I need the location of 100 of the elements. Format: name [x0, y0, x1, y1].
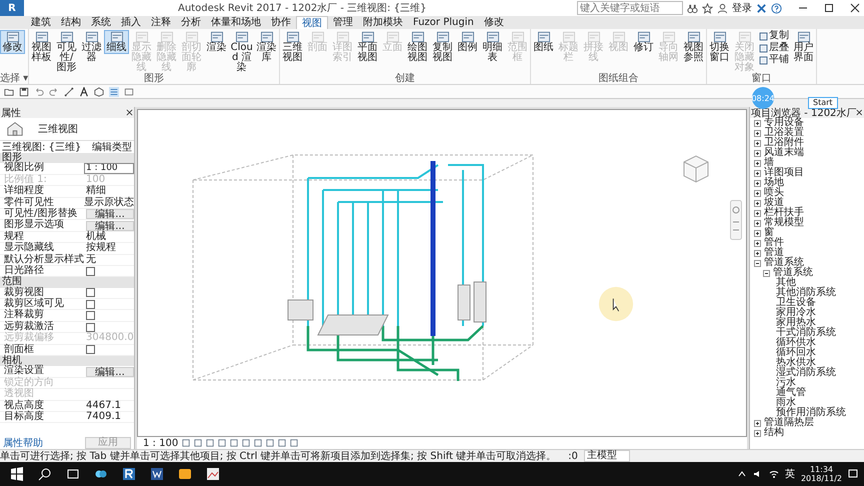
tree-item[interactable]: 其他消防系统: [776, 288, 836, 298]
edit-type-button[interactable]: 编辑类型: [92, 140, 132, 154]
ribbon-tab[interactable]: Fuzor Plugin: [408, 16, 479, 29]
ribbon-tool-button[interactable]: 切换窗口: [707, 30, 732, 64]
type-selector[interactable]: 三维视图: [0, 118, 134, 141]
checkbox[interactable]: [86, 322, 95, 332]
ribbon-tab[interactable]: 建筑: [26, 16, 56, 29]
window-icon[interactable]: [124, 86, 134, 96]
tree-item[interactable]: 结构: [764, 428, 784, 438]
folder-app-icon[interactable]: [178, 467, 192, 481]
ribbon-tool-button[interactable]: 视图样板: [29, 30, 54, 64]
tree-item[interactable]: 管件: [764, 238, 784, 248]
ribbon-tab[interactable]: 附加模块: [358, 16, 408, 29]
tree-item[interactable]: 风道末端: [764, 148, 804, 158]
image-app-icon[interactable]: [206, 467, 220, 481]
property-input[interactable]: 1 : 100: [84, 163, 134, 174]
ribbon-tab[interactable]: 注释: [146, 16, 176, 29]
tree-item[interactable]: 雨水: [776, 398, 796, 408]
close-icon[interactable]: [850, 3, 860, 13]
measure-icon[interactable]: [64, 86, 74, 96]
checkbox[interactable]: [86, 300, 95, 309]
star-icon[interactable]: [702, 2, 713, 14]
expander-icon[interactable]: [754, 430, 761, 436]
user-icon[interactable]: [717, 2, 728, 14]
ribbon-tab[interactable]: 管理: [328, 16, 358, 29]
tree-item[interactable]: 污水: [776, 378, 796, 388]
ribbon-tab[interactable]: 结构: [56, 16, 86, 29]
view-3d-icon[interactable]: [94, 86, 104, 96]
expander-icon[interactable]: [754, 220, 761, 226]
expander-icon[interactable]: [754, 140, 761, 146]
expander-icon[interactable]: [754, 130, 761, 136]
text-icon[interactable]: [79, 86, 89, 96]
expander-icon[interactable]: [754, 240, 761, 246]
help-link[interactable]: 属性帮助: [3, 436, 43, 450]
search-field[interactable]: 键入关键字或短语: [577, 1, 683, 15]
ribbon-tool-button[interactable]: 三维视图: [280, 30, 306, 64]
expander-icon[interactable]: [754, 250, 761, 256]
binoculars-icon[interactable]: [687, 2, 698, 14]
clock[interactable]: 11:34 2018/11/2: [800, 465, 842, 483]
checkbox[interactable]: [86, 266, 95, 276]
section-header[interactable]: 范围: [0, 277, 134, 288]
tree-item[interactable]: 墙: [764, 158, 774, 168]
tree-item[interactable]: 湿式消防系统: [776, 368, 836, 378]
expander-icon[interactable]: [754, 170, 761, 176]
tree-item[interactable]: 窗: [764, 228, 774, 238]
ribbon-tool-button[interactable]: 图纸: [531, 30, 556, 54]
input-method-indicator[interactable]: 英: [784, 467, 795, 481]
tree-item[interactable]: 家用热水: [776, 318, 816, 328]
checkbox[interactable]: [86, 311, 95, 320]
ribbon-tool-button[interactable]: 平铺: [757, 54, 792, 66]
search-icon[interactable]: [38, 467, 52, 481]
start-icon[interactable]: [10, 467, 24, 481]
notification-icon[interactable]: [848, 469, 858, 479]
ribbon-tool-button[interactable]: 过滤器: [79, 30, 104, 64]
tree-item[interactable]: 预作用消防系统: [776, 408, 846, 418]
start-button[interactable]: Start: [808, 97, 838, 109]
expander-icon[interactable]: [754, 260, 761, 266]
ribbon-tab[interactable]: 分析: [176, 16, 206, 29]
close-icon[interactable]: [126, 109, 133, 116]
ribbon-tool-button[interactable]: 复制视图: [430, 30, 456, 64]
help-icon[interactable]: [771, 2, 782, 14]
edit-button[interactable]: 编辑...: [86, 366, 134, 377]
tree-item[interactable]: 场地: [764, 178, 784, 188]
ribbon-tool-button[interactable]: 细线: [104, 30, 130, 54]
view-scale[interactable]: 1 : 100: [143, 438, 178, 448]
ribbon-tab[interactable]: 视图: [296, 16, 328, 29]
tree-item[interactable]: 卫浴装置: [764, 128, 804, 138]
expander-icon[interactable]: [754, 190, 761, 196]
tree-item[interactable]: 管道: [764, 248, 784, 258]
tree-item[interactable]: 通气管: [776, 388, 806, 398]
undo-icon[interactable]: [34, 86, 44, 96]
tree-item[interactable]: 详图项目: [764, 168, 804, 178]
expander-icon[interactable]: [763, 270, 770, 276]
expander-icon[interactable]: [754, 160, 761, 166]
tree-item[interactable]: 栏杆扶手: [764, 208, 804, 218]
ribbon-tab[interactable]: 协作: [266, 16, 296, 29]
tree-item[interactable]: 专用设备: [764, 118, 804, 128]
ribbon-tool-button[interactable]: 渲染: [204, 30, 230, 54]
checkbox[interactable]: [86, 345, 95, 354]
expander-icon[interactable]: [754, 230, 761, 236]
expander-icon[interactable]: [754, 150, 761, 156]
edit-button[interactable]: 编辑...: [86, 220, 134, 231]
ribbon-tool-button[interactable]: 层叠: [757, 42, 792, 54]
ribbon-tool-button[interactable]: 图例: [455, 30, 480, 54]
open-folder-icon[interactable]: [4, 86, 14, 96]
tree-item[interactable]: 管道系统: [773, 268, 813, 278]
expander-icon[interactable]: [754, 120, 761, 126]
network-icon[interactable]: [768, 469, 779, 479]
ribbon-tab[interactable]: 系统: [86, 16, 116, 29]
expander-icon[interactable]: [754, 200, 761, 206]
ribbon-tab[interactable]: 修改: [478, 16, 509, 29]
exchange-icon[interactable]: [756, 2, 767, 14]
save-icon[interactable]: [19, 86, 29, 96]
ribbon-tool-button[interactable]: 视图参照: [681, 30, 706, 64]
tree-item[interactable]: 卫生设备: [776, 298, 816, 308]
revit-app-icon[interactable]: [122, 467, 136, 481]
expander-icon[interactable]: [754, 210, 761, 216]
edit-button[interactable]: 编辑...: [86, 209, 134, 220]
redo-icon[interactable]: [49, 86, 59, 96]
tree-item[interactable]: 喷头: [764, 188, 784, 198]
